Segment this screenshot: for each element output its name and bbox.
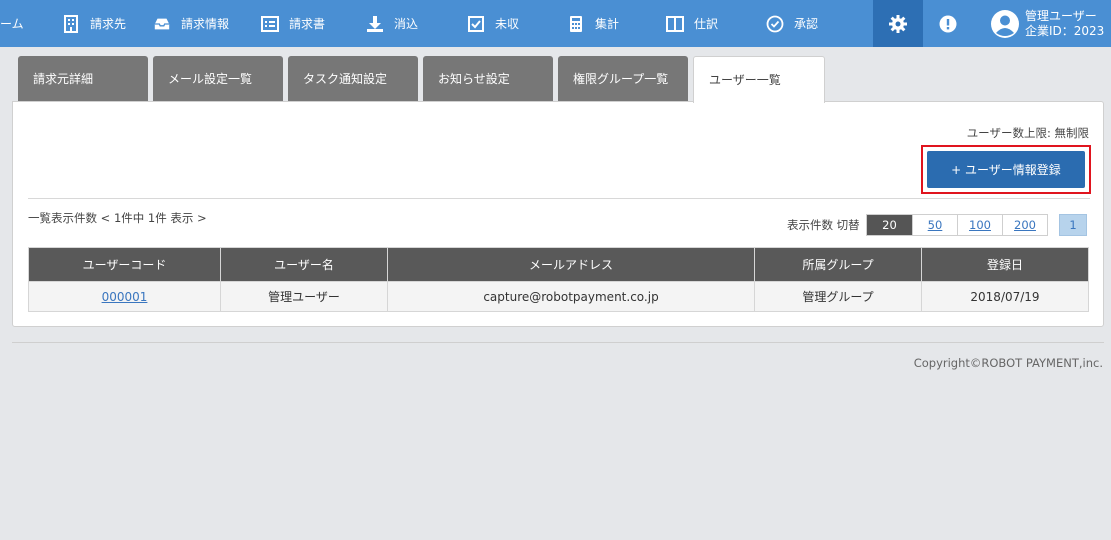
calculator-icon — [570, 15, 582, 32]
user-avatar-icon — [991, 9, 1019, 38]
cell-group: 管理グループ — [754, 281, 922, 312]
divider — [28, 198, 1090, 199]
copyright-text: Copyright©ROBOT PAYMENT,inc. — [913, 356, 1103, 370]
check-circle-icon — [766, 15, 784, 32]
nav-item-label: 消込 — [394, 17, 419, 31]
nav-item-label: ーム — [0, 17, 24, 31]
per-page-option-50[interactable]: 50 — [912, 215, 957, 235]
table-row: 000001 管理ユーザー capture@robotpayment.co.jp… — [28, 281, 1089, 312]
tab-permission-groups[interactable]: 権限グループ一覧 — [558, 56, 688, 102]
column-header-user-name: ユーザー名 — [220, 247, 388, 282]
nav-item-label: 請求書 — [289, 17, 326, 31]
building-icon — [64, 14, 78, 33]
tab-task-notification[interactable]: タスク通知設定 — [288, 56, 418, 102]
nav-item-label: 集計 — [595, 17, 620, 31]
tab-user-list[interactable]: ユーザー一覧 — [693, 56, 825, 103]
nav-item-billing-info[interactable]: 請求情報 — [153, 0, 229, 47]
top-nav-bar: ーム 請求先 請求情報 請求書 消込 未収 集計 仕訳 承認 管理ユーザー 企業… — [0, 0, 1111, 47]
per-page-switcher: 20 50 100 200 — [866, 214, 1048, 236]
cell-registered-date: 2018/07/19 — [921, 281, 1089, 312]
cell-user-name: 管理ユーザー — [220, 281, 388, 312]
cell-email: capture@robotpayment.co.jp — [387, 281, 755, 312]
user-name: 管理ユーザー — [1025, 8, 1097, 23]
inbox-icon — [154, 18, 170, 29]
table-header-row: ユーザーコード ユーザー名 メールアドレス 所属グループ 登録日 — [28, 247, 1089, 282]
tab-mail-settings[interactable]: メール設定一覧 — [153, 56, 283, 102]
nav-item-aggregate[interactable]: 集計 — [567, 0, 619, 47]
nav-item-uncollected[interactable]: 未収 — [467, 0, 519, 47]
nav-item-home[interactable]: ーム — [0, 0, 24, 47]
checkbox-icon — [468, 15, 484, 32]
tab-announcement-settings[interactable]: お知らせ設定 — [423, 56, 553, 102]
company-id: 企業ID：2023 — [1025, 23, 1105, 38]
add-user-button[interactable]: + ユーザー情報登録 — [927, 151, 1085, 188]
columns-icon — [666, 15, 684, 32]
user-menu[interactable]: 管理ユーザー 企業ID：2023 — [990, 0, 1104, 47]
tab-label: 権限グループ一覧 — [573, 72, 669, 86]
column-header-group: 所属グループ — [754, 247, 922, 282]
user-table: ユーザーコード ユーザー名 メールアドレス 所属グループ 登録日 000001 … — [28, 247, 1089, 312]
tab-billing-source-detail[interactable]: 請求元詳細 — [18, 56, 148, 102]
user-limit-text: ユーザー数上限: 無制限 — [966, 126, 1089, 140]
nav-item-label: 請求先 — [90, 17, 127, 31]
nav-item-reconcile[interactable]: 消込 — [366, 0, 418, 47]
tab-label: 請求元詳細 — [33, 72, 94, 86]
exclamation-icon — [939, 15, 957, 32]
user-list-panel: ユーザー数上限: 無制限 + ユーザー情報登録 一覧表示件数 < 1件中 1件 … — [12, 101, 1104, 327]
nav-item-approval[interactable]: 承認 — [766, 0, 818, 47]
gear-icon — [889, 14, 907, 33]
nav-item-journal[interactable]: 仕訳 — [666, 0, 718, 47]
nav-item-label: 請求情報 — [181, 17, 230, 31]
cell-user-code: 000001 — [28, 281, 221, 312]
column-header-email: メールアドレス — [387, 247, 755, 282]
nav-item-label: 未収 — [495, 17, 520, 31]
per-page-option-100[interactable]: 100 — [957, 215, 1002, 235]
nav-item-label: 承認 — [794, 17, 819, 31]
nav-item-billing-destination[interactable]: 請求先 — [62, 0, 126, 47]
column-header-user-code: ユーザーコード — [28, 247, 221, 282]
user-info: 管理ユーザー 企業ID：2023 — [1025, 9, 1104, 39]
settings-button[interactable] — [873, 0, 923, 47]
notification-button[interactable] — [923, 0, 973, 47]
tab-label: メール設定一覧 — [168, 72, 253, 86]
page-button-current[interactable]: 1 — [1059, 214, 1087, 236]
per-page-option-200[interactable]: 200 — [1002, 215, 1047, 235]
list-icon — [261, 15, 279, 32]
nav-item-invoice[interactable]: 請求書 — [261, 0, 325, 47]
per-page-option-20[interactable]: 20 — [867, 215, 912, 235]
record-count-text: 一覧表示件数 < 1件中 1件 表示 > — [28, 211, 207, 225]
per-page-label: 表示件数 切替 — [787, 218, 860, 232]
tab-label: タスク通知設定 — [303, 72, 388, 86]
footer-divider — [12, 342, 1104, 343]
nav-item-label: 仕訳 — [694, 17, 719, 31]
column-header-registered-date: 登録日 — [921, 247, 1089, 282]
add-button-highlight: + ユーザー情報登録 — [921, 145, 1091, 194]
user-code-link[interactable]: 000001 — [102, 290, 148, 304]
tab-label: お知らせ設定 — [438, 72, 510, 86]
tab-label: ユーザー一覧 — [709, 73, 781, 87]
download-icon — [367, 15, 383, 32]
